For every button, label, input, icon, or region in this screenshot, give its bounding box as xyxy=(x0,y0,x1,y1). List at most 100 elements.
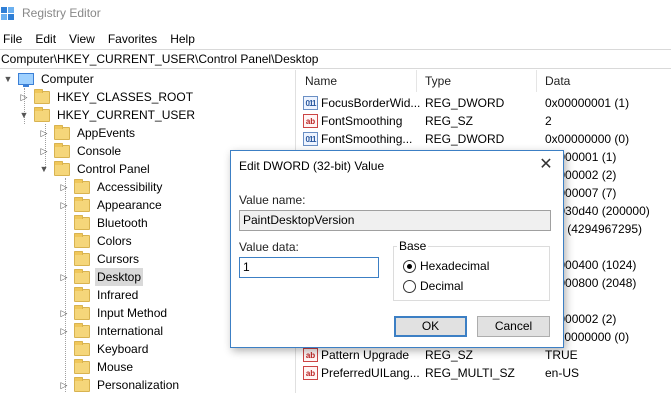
folder-icon xyxy=(54,142,70,158)
tree-item-personalization[interactable]: ▷ Personalization xyxy=(58,376,181,393)
folder-icon xyxy=(74,196,90,212)
table-row[interactable]: 011 FontSmoothing... REG_DWORD 0x00000000 (… xyxy=(296,130,671,148)
tree-item-keyboard[interactable]: Keyboard xyxy=(58,340,150,358)
chevron-right-icon[interactable]: ▷ xyxy=(58,178,70,196)
tree-item-control-panel[interactable]: ▼ Control Panel xyxy=(38,160,152,178)
folder-icon xyxy=(74,358,90,374)
folder-icon xyxy=(54,160,70,176)
column-header-data[interactable]: Data xyxy=(536,70,671,92)
title-bar: Registry Editor xyxy=(0,0,671,28)
decimal-option[interactable]: Decimal xyxy=(403,279,463,293)
tree-label: Input Method xyxy=(97,306,168,320)
folder-icon xyxy=(54,124,70,140)
tree-label: Bluetooth xyxy=(97,216,148,230)
tree-label: Accessibility xyxy=(97,180,163,194)
tree-item-input-method[interactable]: ▷ Input Method xyxy=(58,304,169,322)
tree-label: Colors xyxy=(97,234,132,248)
tree-item-console[interactable]: ▷ Console xyxy=(38,142,123,160)
folder-icon xyxy=(74,250,90,266)
table-row[interactable]: 011 FocusBorderWid... REG_DWORD 0x00000001 … xyxy=(296,94,671,112)
tree-item-bluetooth[interactable]: Bluetooth xyxy=(58,214,150,232)
hexadecimal-label: Hexadecimal xyxy=(420,259,490,273)
chevron-right-icon[interactable]: ▷ xyxy=(18,88,30,106)
hexadecimal-option[interactable]: Hexadecimal xyxy=(403,259,489,273)
tree-item-appevents[interactable]: ▷ AppEvents xyxy=(38,124,137,142)
value-name-cell: FontSmoothing xyxy=(321,114,403,128)
folder-icon xyxy=(74,178,90,194)
menu-help[interactable]: Help xyxy=(170,30,195,48)
tree-item-desktop[interactable]: ▷ Desktop xyxy=(58,268,144,286)
menu-favorites[interactable]: Favorites xyxy=(108,30,157,48)
tree-label: Personalization xyxy=(97,378,180,392)
tree-item-colors[interactable]: Colors xyxy=(58,232,134,250)
close-icon[interactable]: ✕ xyxy=(537,156,555,174)
value-data-cell: TRUE xyxy=(545,348,578,362)
chevron-down-icon[interactable]: ▼ xyxy=(2,70,14,88)
menu-file[interactable]: File xyxy=(3,30,22,48)
folder-icon xyxy=(74,340,90,356)
tree-item-accessibility[interactable]: ▷ Accessibility xyxy=(58,178,164,196)
tree-item-appearance[interactable]: ▷ Appearance xyxy=(58,196,164,214)
ok-button[interactable]: OK xyxy=(394,316,467,337)
string-value-icon: ab xyxy=(303,114,318,128)
table-row[interactable]: ab Pattern Upgrade REG_SZ TRUE xyxy=(296,346,671,364)
folder-icon xyxy=(34,88,50,104)
binary-value-icon: 011 xyxy=(303,96,318,110)
tree-item-hkcr[interactable]: ▷ HKEY_CLASSES_ROOT xyxy=(18,88,195,106)
table-row[interactable]: ab FontSmoothing REG_SZ 2 xyxy=(296,112,671,130)
tree-item-computer[interactable]: ▼ Computer xyxy=(2,70,96,88)
chevron-right-icon[interactable]: ▷ xyxy=(58,376,70,393)
chevron-right-icon[interactable]: ▷ xyxy=(58,322,70,340)
value-data-cell: 2 xyxy=(545,114,552,128)
value-type-cell: REG_DWORD xyxy=(425,132,505,146)
chevron-right-icon[interactable]: ▷ xyxy=(38,124,50,142)
base-label: Base xyxy=(397,239,429,253)
registry-editor-icon xyxy=(1,7,14,20)
chevron-down-icon[interactable]: ▼ xyxy=(38,160,50,178)
table-row[interactable]: ab PreferredUILang... REG_MULTI_SZ en-US xyxy=(296,364,671,382)
value-name-cell: FocusBorderWid... xyxy=(321,96,421,110)
value-data-cell: 0x00000001 (1) xyxy=(545,96,630,110)
tree-item-infrared[interactable]: Infrared xyxy=(58,286,140,304)
menu-view[interactable]: View xyxy=(69,30,95,48)
tree-item-international[interactable]: ▷ International xyxy=(58,322,165,340)
value-name-cell: Pattern Upgrade xyxy=(321,348,410,362)
value-data-cell: en-US xyxy=(545,366,580,380)
chevron-right-icon[interactable]: ▷ xyxy=(58,268,70,286)
folder-icon xyxy=(34,106,50,122)
tree-item-hkcu[interactable]: ▼ HKEY_CURRENT_USER xyxy=(18,106,197,124)
tree-connector xyxy=(58,358,70,376)
folder-icon xyxy=(74,214,90,230)
column-header-name[interactable]: Name xyxy=(296,70,416,92)
column-header-type[interactable]: Type xyxy=(416,70,536,92)
chevron-right-icon[interactable]: ▷ xyxy=(38,142,50,160)
tree-label: Infrared xyxy=(97,288,139,302)
tree-label: HKEY_CURRENT_USER xyxy=(57,108,196,122)
tree-label: Cursors xyxy=(97,252,140,266)
folder-icon xyxy=(74,268,90,284)
tree-label: Appearance xyxy=(97,198,162,212)
chevron-right-icon[interactable]: ▷ xyxy=(58,304,70,322)
value-data-input[interactable]: 1 xyxy=(239,257,379,278)
value-type-cell: REG_SZ xyxy=(425,348,474,362)
radio-selected-icon[interactable] xyxy=(403,259,416,273)
decimal-label: Decimal xyxy=(420,279,464,293)
value-name-label: Value name: xyxy=(239,193,306,207)
address-bar[interactable]: Computer\HKEY_CURRENT_USER\Control Panel… xyxy=(0,49,671,69)
dialog-title: Edit DWORD (32-bit) Value xyxy=(239,159,385,173)
tree-item-mouse[interactable]: Mouse xyxy=(58,358,135,376)
menu-edit[interactable]: Edit xyxy=(35,30,56,48)
tree-label: Keyboard xyxy=(97,342,149,356)
tree-label: AppEvents xyxy=(77,126,136,140)
radio-icon[interactable] xyxy=(403,279,416,293)
chevron-right-icon[interactable]: ▷ xyxy=(58,196,70,214)
tree-item-cursors[interactable]: Cursors xyxy=(58,250,141,268)
chevron-down-icon[interactable]: ▼ xyxy=(18,106,30,124)
value-data-label: Value data: xyxy=(239,240,299,254)
tree-label: International xyxy=(97,324,164,338)
tree-connector xyxy=(58,250,70,268)
cancel-button[interactable]: Cancel xyxy=(477,316,550,337)
folder-icon xyxy=(74,304,90,320)
tree-label: HKEY_CLASSES_ROOT xyxy=(57,90,194,104)
tree-label: Control Panel xyxy=(77,162,150,176)
